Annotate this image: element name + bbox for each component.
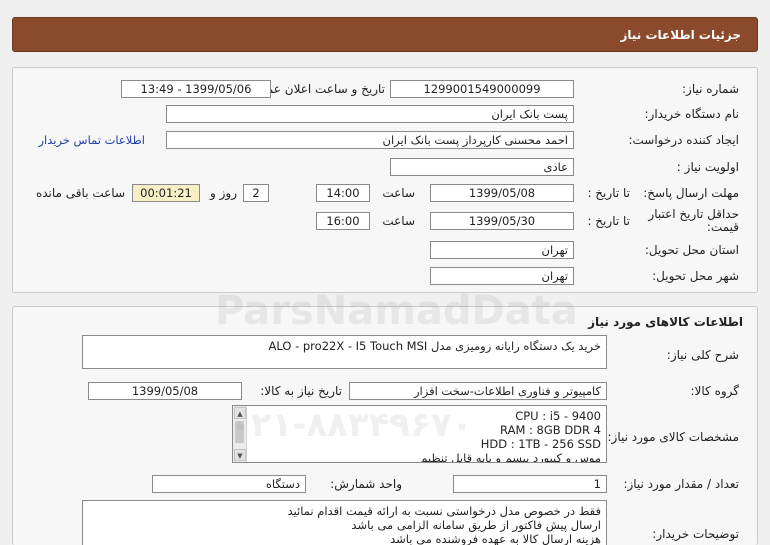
spec-field[interactable]: CPU : i5 - 9400 RAM : 8GB DDR 4 HDD : 1T… (232, 405, 607, 463)
priority-label: اولویت نیاز : (676, 160, 739, 174)
qty-field: 1 (453, 475, 607, 493)
remaining-label: ساعت باقی مانده (35, 186, 125, 200)
page-header: جزئیات اطلاعات نیاز (12, 17, 758, 52)
qty-label: تعداد / مقدار مورد نیاز: (623, 477, 739, 491)
notes-field: فقط در خصوص مدل درخواستی نسبت به ارائه ق… (82, 500, 607, 545)
province-label: استان محل تحویل: (644, 243, 739, 257)
unit-label: واحد شمارش: (330, 477, 402, 491)
spec-line-4: موس و کیبورد بیسم و پایه قابل تنظیم (420, 451, 601, 463)
need-number-label: شماره نیاز: (682, 82, 739, 96)
validity-time-field: 16:00 (316, 212, 370, 230)
notes-line-2: ارسال پیش فاکتور از طریق سامانه الزامی م… (351, 518, 601, 532)
remaining-time-field: 00:01:21 (132, 184, 200, 202)
deadline-to-date-label: تا تاریخ : (587, 186, 630, 200)
deadline-time-label: ساعت (382, 186, 415, 200)
spec-scrollbar[interactable]: ▲ ▼ (233, 406, 247, 462)
deadline-label: مهلت ارسال پاسخ: (643, 186, 739, 200)
notes-line-1: فقط در خصوص مدل درخواستی نسبت به ارائه ق… (287, 504, 601, 518)
summary-label: شرح کلی نیاز: (666, 348, 739, 362)
announce-field: 1399/05/06 - 13:49 (121, 80, 271, 98)
buyer-org-label: نام دستگاه خریدار: (644, 107, 740, 121)
need-date-field: 1399/05/08 (88, 382, 242, 400)
spec-line-3: HDD : 1TB - 256 SSD (480, 437, 601, 451)
goods-info-panel: اطلاعات کالاهای مورد نیاز شرح کلی نیاز: … (12, 306, 758, 545)
need-date-label: تاریخ نیاز به کالا: (260, 384, 342, 398)
province-field: تهران (430, 241, 574, 259)
days-field: 2 (243, 184, 269, 202)
validity-time-label: ساعت (382, 214, 415, 228)
scroll-thumb[interactable] (235, 421, 244, 443)
notes-line-3: هزینه ارسال کالا به عهده فروشنده می باشد (390, 532, 601, 545)
spec-label: مشخصات کالای مورد نیاز: (607, 430, 739, 444)
group-label: گروه کالا: (690, 384, 740, 398)
city-field: تهران (430, 267, 574, 285)
need-info-panel: شماره نیاز: 1299001549000099 تاریخ و ساع… (12, 67, 758, 293)
days-label: روز و (210, 186, 237, 200)
scroll-down-icon[interactable]: ▼ (234, 449, 246, 461)
page-title: جزئیات اطلاعات نیاز (620, 28, 741, 42)
buyer-contact-link[interactable]: اطلاعات تماس خریدار (38, 133, 145, 147)
deadline-date-field: 1399/05/08 (430, 184, 574, 202)
requester-field: احمد محسنی کارپرداز پست بانک ایران (166, 131, 574, 149)
summary-field: خرید یک دستگاه رایانه رومیزی مدل ALO - p… (82, 335, 607, 369)
scroll-up-icon[interactable]: ▲ (234, 407, 246, 419)
summary-text: خرید یک دستگاه رایانه رومیزی مدل ALO - p… (268, 339, 602, 353)
validity-label: حداقل تاریخ اعتبار قیمت: (648, 207, 739, 234)
spec-line-1: CPU : i5 - 9400 (515, 409, 601, 423)
validity-date-field: 1399/05/30 (430, 212, 574, 230)
deadline-time-field: 14:00 (316, 184, 370, 202)
group-field: کامپیوتر و فناوری اطلاعات-سخت افزار (349, 382, 607, 400)
need-number-field: 1299001549000099 (390, 80, 574, 98)
notes-label: توضیحات خریدار: (652, 527, 739, 541)
requester-label: ایجاد کننده درخواست: (628, 133, 739, 147)
spec-line-2: RAM : 8GB DDR 4 (500, 423, 601, 437)
city-label: شهر محل تحویل: (652, 269, 739, 283)
priority-field: عادی (390, 158, 574, 176)
validity-to-date-label: تا تاریخ : (587, 214, 630, 228)
unit-field: دستگاه (152, 475, 306, 493)
goods-section-title: اطلاعات کالاهای مورد نیاز (588, 315, 743, 329)
buyer-org-field: پست بانک ایران (166, 105, 574, 123)
